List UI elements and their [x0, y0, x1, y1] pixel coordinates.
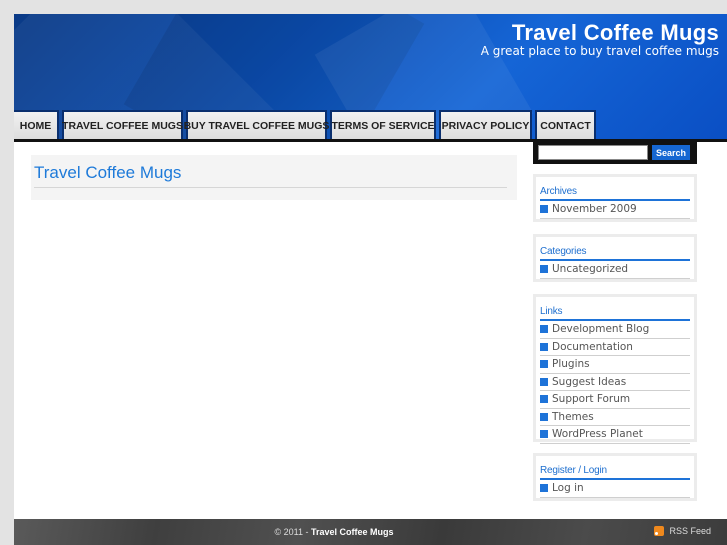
nav-contact[interactable]: CONTACT	[535, 110, 596, 139]
bullet-icon	[540, 205, 548, 214]
search-form: Search	[533, 142, 697, 164]
bullet-icon	[540, 377, 548, 386]
rss-icon	[654, 526, 665, 536]
blogroll-link-label: Suggest Ideas	[552, 375, 627, 388]
blogroll-link-themes[interactable]: Themes	[540, 409, 690, 426]
blogroll-link-wordpress-planet[interactable]: WordPress Planet	[540, 426, 690, 444]
blogroll-link-documentation[interactable]: Documentation	[540, 339, 690, 356]
rss-feed-link[interactable]: RSS Feed	[654, 526, 711, 536]
site-header: Travel Coffee Mugs A great place to buy …	[14, 14, 727, 139]
nav-privacy-policy[interactable]: PRIVACY POLICY	[439, 110, 532, 139]
links-widget-title: Links	[540, 297, 690, 321]
nav-home[interactable]: HOME	[14, 110, 59, 139]
archive-link-label: November 2009	[552, 203, 637, 216]
site-footer: © 2011 - Travel Coffee Mugs RSS Feed	[14, 519, 727, 545]
bullet-icon	[540, 395, 548, 404]
blogroll-link-development-blog[interactable]: Development Blog	[540, 321, 690, 339]
archive-link[interactable]: November 2009	[540, 201, 690, 219]
categories-widget-title: Categories	[540, 237, 690, 261]
main-navigation: HOME TRAVEL COFFEE MUGS BUY TRAVEL COFFE…	[14, 108, 727, 139]
site-title[interactable]: Travel Coffee Mugs	[512, 20, 719, 46]
footer-site-link[interactable]: Travel Coffee Mugs	[311, 527, 394, 537]
site-tagline: A great place to buy travel coffee mugs	[480, 44, 719, 58]
bullet-icon	[540, 360, 548, 369]
login-link[interactable]: Log in	[540, 480, 690, 498]
bullet-icon	[540, 342, 548, 351]
bullet-icon	[540, 265, 548, 274]
nav-buy-travel-coffee-mugs[interactable]: BUY TRAVEL COFFEE MUGS	[184, 110, 329, 139]
login-link-label: Log in	[552, 482, 584, 495]
register-login-widget-title: Register / Login	[540, 456, 690, 480]
links-widget: Links Development Blog Documentation Plu…	[533, 294, 697, 444]
archives-widget: Archives November 2009	[533, 174, 697, 222]
bullet-icon	[540, 484, 548, 493]
register-login-widget: Register / Login Log in	[533, 453, 697, 501]
post-title[interactable]: Travel Coffee Mugs	[34, 163, 181, 183]
archives-widget-title: Archives	[540, 177, 690, 201]
bullet-icon	[540, 325, 548, 334]
blogroll-link-suggest-ideas[interactable]: Suggest Ideas	[540, 374, 690, 391]
category-link[interactable]: Uncategorized	[540, 261, 690, 279]
blogroll-link-label: WordPress Planet	[552, 428, 643, 441]
post: Travel Coffee Mugs	[31, 155, 517, 200]
blogroll-link-support-forum[interactable]: Support Forum	[540, 391, 690, 409]
blogroll-link-plugins[interactable]: Plugins	[540, 356, 690, 374]
footer-copyright: © 2011 - Travel Coffee Mugs	[14, 527, 654, 537]
blogroll-link-label: Themes	[552, 410, 594, 423]
category-link-label: Uncategorized	[552, 263, 629, 276]
search-button[interactable]: Search	[652, 145, 690, 160]
bullet-icon	[540, 430, 548, 439]
categories-widget: Categories Uncategorized	[533, 234, 697, 282]
search-input[interactable]	[538, 145, 648, 160]
blogroll-link-label: Development Blog	[552, 323, 650, 336]
copyright-text: © 2011 -	[274, 527, 311, 537]
post-title-divider	[34, 187, 507, 188]
blogroll-link-label: Documentation	[552, 340, 633, 353]
nav-travel-coffee-mugs[interactable]: TRAVEL COFFEE MUGS	[62, 110, 183, 139]
bullet-icon	[540, 412, 548, 421]
nav-terms-of-service[interactable]: TERMS OF SERVICE	[330, 110, 436, 139]
page: Travel Coffee Mugs A great place to buy …	[14, 14, 727, 545]
rss-feed-label: RSS Feed	[669, 526, 711, 536]
blogroll-link-label: Plugins	[552, 358, 590, 371]
blogroll-link-label: Support Forum	[552, 393, 631, 406]
